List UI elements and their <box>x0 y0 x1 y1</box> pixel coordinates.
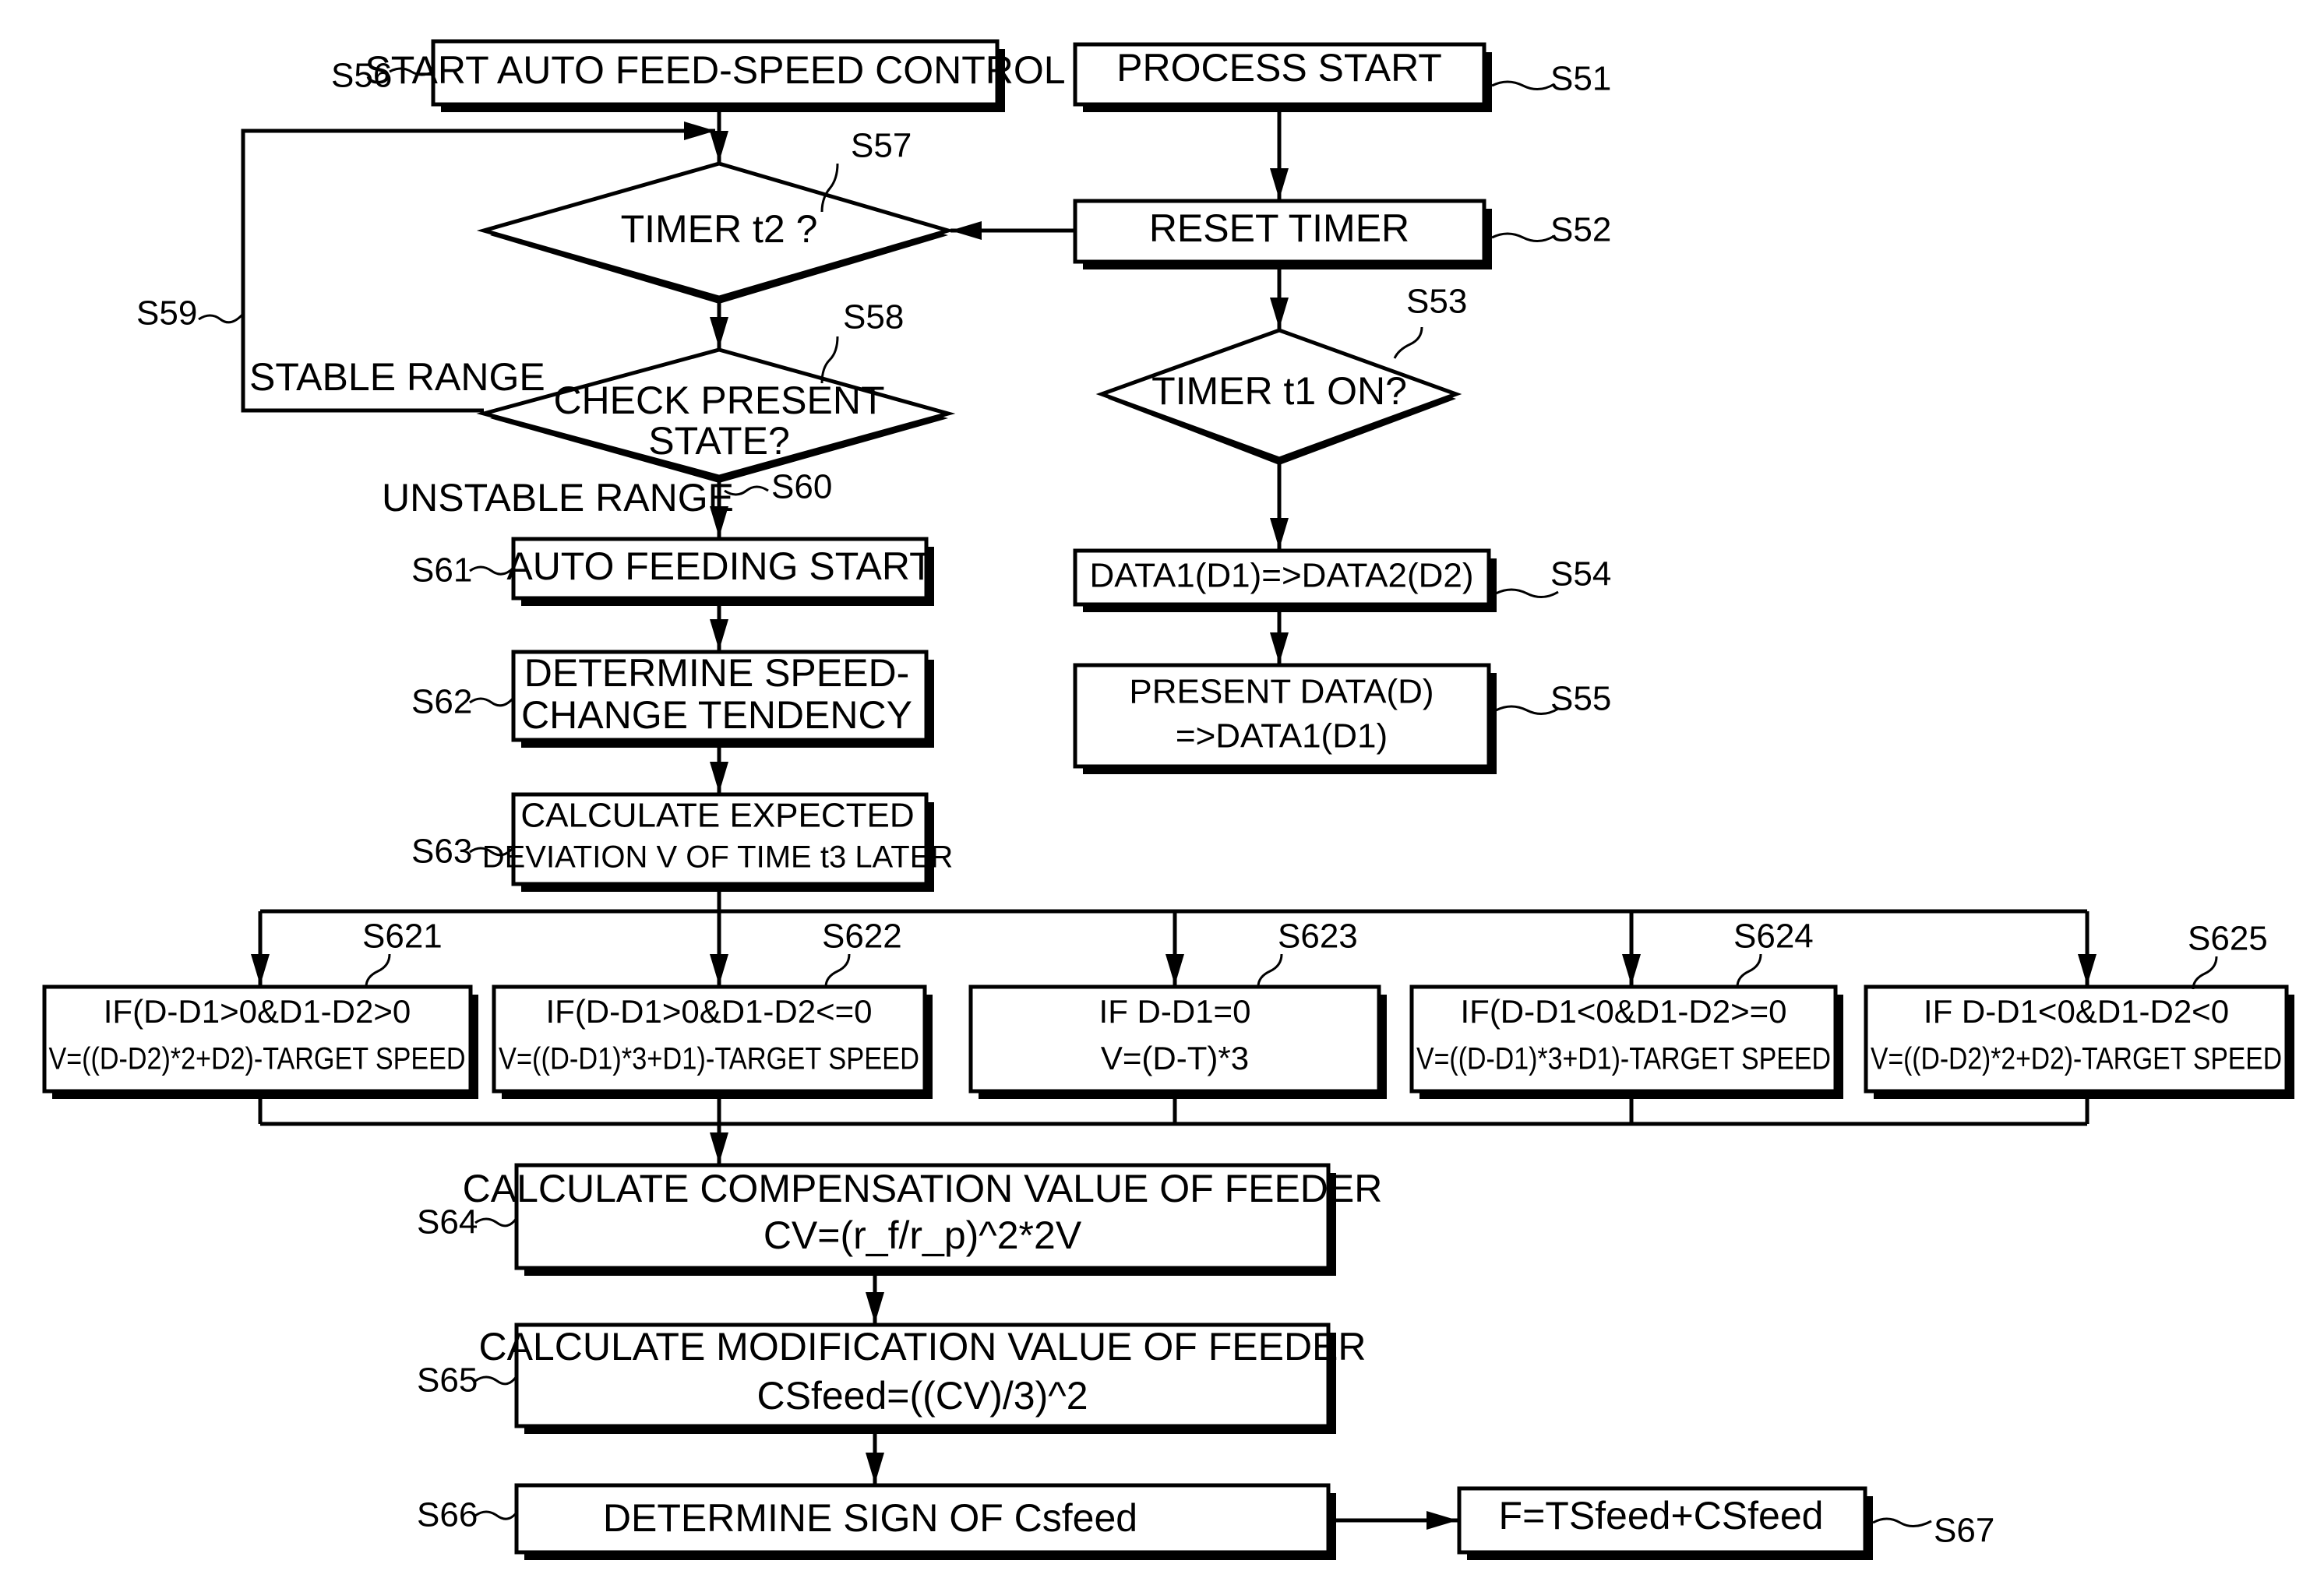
s57-text: TIMER t2 ? <box>621 207 818 251</box>
branch-label: S624 <box>1733 918 1814 956</box>
s62-leader <box>469 696 515 707</box>
step-s58: CHECK PRESENT STATE? S58 <box>476 298 956 483</box>
step-s64: CALCULATE COMPENSATION VALUE OF FEEDER C… <box>417 1163 1383 1276</box>
s62-label: S62 <box>411 683 472 721</box>
s55-text-line2: =>DATA1(D1) <box>1176 717 1388 755</box>
branch-condition: IF D-D1<0&D1-D2<0 <box>1924 993 2229 1030</box>
s58-leader <box>820 336 839 384</box>
s53-text: TIMER t1 ON? <box>1151 369 1407 413</box>
step-s67: F=TSfeed+CSfeed S67 <box>1457 1486 1994 1560</box>
branch-condition: IF D-D1=0 <box>1099 993 1251 1030</box>
s65-text-line1: CALCULATE MODIFICATION VALUE OF FEEDER <box>478 1325 1366 1368</box>
branch-condition: IF(D-D1>0&D1-D2<=0 <box>546 993 873 1030</box>
branch-leader <box>2192 956 2218 990</box>
s59-label: S59 <box>136 294 197 333</box>
s55-label: S55 <box>1550 680 1611 718</box>
branch-label: S623 <box>1278 918 1358 956</box>
s66-label: S66 <box>417 1496 478 1534</box>
s51-text: PROCESS START <box>1116 46 1442 90</box>
s66-leader <box>474 1510 518 1520</box>
branch-formula: V=((D-D2)*2+D2)-TARGET SPEED <box>1871 1042 2282 1076</box>
s65-label: S65 <box>417 1361 478 1400</box>
step-s51: PROCESS START S51 <box>1073 42 1611 112</box>
branch-label: S621 <box>362 918 443 956</box>
s53-leader <box>1393 326 1423 359</box>
s59-leader <box>198 313 244 324</box>
s64-text-line1: CALCULATE COMPENSATION VALUE OF FEEDER <box>463 1167 1383 1210</box>
step-s56: START AUTO FEED-SPEED CONTROL S56 <box>331 39 1066 112</box>
s63-text-line2: DEVIATION V OF TIME t3 LATER <box>482 840 954 875</box>
step-s65: CALCULATE MODIFICATION VALUE OF FEEDER C… <box>417 1323 1367 1434</box>
s53-label: S53 <box>1406 283 1467 321</box>
branch-leader <box>1257 953 1283 988</box>
s64-label: S64 <box>417 1203 478 1242</box>
branch-condition: IF(D-D1<0&D1-D2>=0 <box>1461 993 1787 1030</box>
s64-text-line2: CV=(r_f/r_p)^2*2V <box>763 1213 1082 1257</box>
s67-label: S67 <box>1934 1512 1994 1550</box>
s67-leader <box>1872 1517 1932 1527</box>
unstable-range-label: UNSTABLE RANGE <box>382 476 734 520</box>
s51-leader <box>1491 80 1555 90</box>
s54-text: DATA1(D1)=>DATA2(D2) <box>1089 557 1473 595</box>
s54-leader <box>1495 588 1559 598</box>
s58-text-line2: STATE? <box>648 419 790 463</box>
branch-leader <box>365 953 391 988</box>
branch-formula: V=((D-D1)*3+D1)-TARGET SPEED <box>499 1042 919 1076</box>
step-s54: DATA1(D1)=>DATA2(D2) S54 <box>1073 548 1611 612</box>
branch-formula: V=((D-D1)*3+D1)-TARGET SPEED <box>1416 1042 1831 1076</box>
s67-text: F=TSfeed+CSfeed <box>1499 1494 1824 1537</box>
s62-text-line2: CHANGE TENDENCY <box>521 693 912 737</box>
s51-label: S51 <box>1550 60 1611 98</box>
branch-s623: IF D-D1=0 V=(D-T)*3 S623 <box>968 918 1387 1099</box>
s63-label: S63 <box>411 833 472 871</box>
s55-leader <box>1495 705 1559 715</box>
branch-leader <box>824 953 851 988</box>
s60-label: S60 <box>771 468 832 506</box>
s64-leader <box>474 1217 518 1227</box>
step-s66: DETERMINE SIGN OF Csfeed S66 <box>417 1483 1336 1560</box>
s56-label: S56 <box>331 57 392 95</box>
s65-text-line2: CSfeed=((CV)/3)^2 <box>757 1374 1088 1418</box>
branch-label: S622 <box>822 918 902 956</box>
branch-s624: IF(D-D1<0&D1-D2>=0 V=((D-D1)*3+D1)-TARGE… <box>1409 918 1843 1099</box>
branch-condition: IF(D-D1>0&D1-D2>0 <box>104 993 411 1030</box>
branch-formula: V=((D-D2)*2+D2)-TARGET SPEED <box>49 1042 466 1076</box>
s66-text: DETERMINE SIGN OF Csfeed <box>603 1496 1137 1540</box>
s61-label: S61 <box>411 551 472 590</box>
branch-formula: V=(D-T)*3 <box>1101 1040 1249 1076</box>
s63-text-line1: CALCULATE EXPECTED <box>520 797 914 835</box>
step-s61: AUTO FEEDING START S61 <box>411 537 934 606</box>
step-s63: CALCULATE EXPECTED DEVIATION V OF TIME t… <box>411 792 954 892</box>
branch-s625: IF D-D1<0&D1-D2<0 V=((D-D2)*2+D2)-TARGET… <box>1864 920 2294 1099</box>
s58-text-line1: CHECK PRESENT <box>553 379 884 422</box>
branch-s622: IF(D-D1>0&D1-D2<=0 V=((D-D1)*3+D1)-TARGE… <box>492 918 933 1099</box>
s56-text: START AUTO FEED-SPEED CONTROL <box>365 48 1065 92</box>
s55-text-line1: PRESENT DATA(D) <box>1129 673 1434 711</box>
s52-leader <box>1491 232 1555 242</box>
s57-label: S57 <box>851 127 912 165</box>
branch-label: S625 <box>2188 920 2268 958</box>
step-s59: STABLE RANGE S59 <box>136 294 545 400</box>
stable-range-label: STABLE RANGE <box>249 355 545 399</box>
step-s57: TIMER t2 ? S57 <box>476 127 955 304</box>
step-s55: PRESENT DATA(D) =>DATA1(D1) S55 <box>1073 663 1611 774</box>
s52-text: RESET TIMER <box>1149 206 1409 250</box>
branch-leader <box>1736 953 1762 988</box>
s54-label: S54 <box>1550 555 1611 593</box>
s62-text-line1: DETERMINE SPEED- <box>524 651 910 695</box>
step-s52: RESET TIMER S52 <box>1073 199 1611 269</box>
step-s62: DETERMINE SPEED- CHANGE TENDENCY S62 <box>411 650 934 748</box>
flowchart-canvas: START AUTO FEED-SPEED CONTROL S56 TIMER … <box>42 39 2294 1560</box>
s61-text: AUTO FEEDING START <box>506 544 933 588</box>
step-s53: TIMER t1 ON? S53 <box>1095 283 1467 465</box>
step-s60: UNSTABLE RANGE S60 <box>382 468 832 520</box>
s52-label: S52 <box>1550 211 1611 249</box>
s58-label: S58 <box>843 298 904 336</box>
s65-leader <box>474 1375 518 1386</box>
